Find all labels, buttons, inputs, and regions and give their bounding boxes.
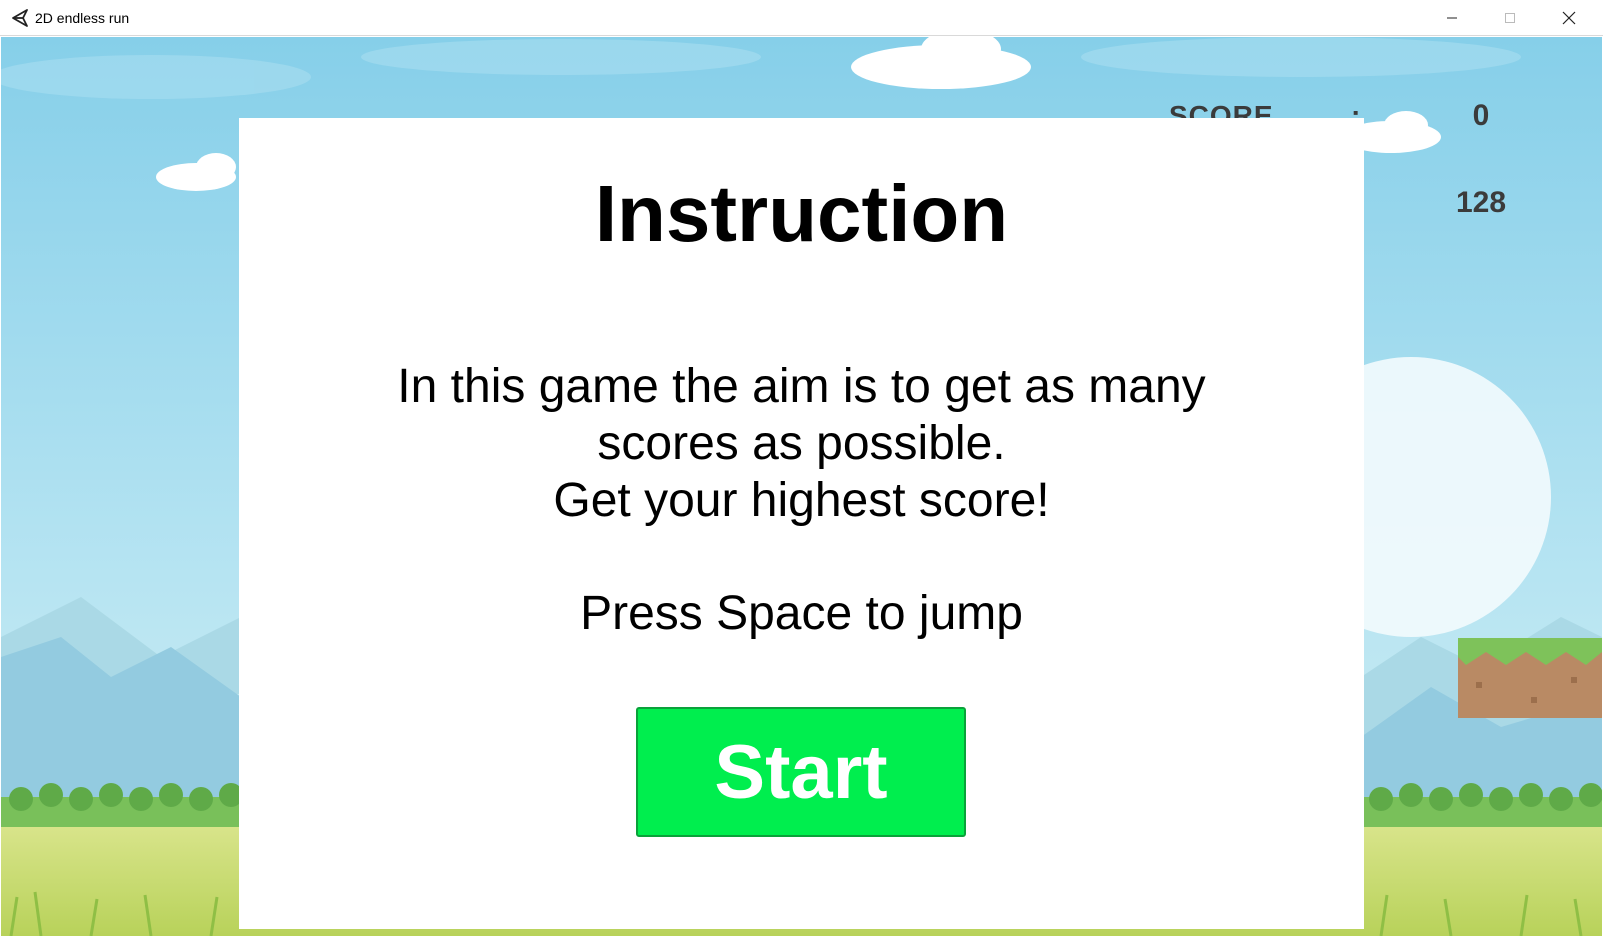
dirt-block (1458, 638, 1602, 718)
minimize-icon (1447, 17, 1457, 19)
high-score-value: 128 (1455, 186, 1507, 219)
instruction-title: Instruction (594, 169, 1009, 258)
unity-icon (10, 8, 30, 28)
game-viewport: SCORE : 0 128 Instruction In this game t… (1, 37, 1602, 936)
controls-hint: Press Space to jump (580, 587, 1023, 640)
minimize-button[interactable] (1423, 0, 1481, 36)
maximize-icon (1505, 13, 1515, 23)
instruction-panel: Instruction In this game the aim is to g… (239, 118, 1364, 929)
start-button[interactable]: Start (636, 707, 966, 837)
start-button-label: Start (714, 729, 888, 815)
score-value: 0 (1472, 99, 1490, 132)
close-icon (1562, 11, 1576, 25)
maximize-button[interactable] (1481, 0, 1539, 36)
window-titlebar: 2D endless run (0, 0, 1603, 36)
close-button[interactable] (1540, 0, 1598, 36)
instruction-line-3: Get your highest score! (553, 474, 1050, 527)
window-title: 2D endless run (35, 10, 130, 26)
instruction-line-1: In this game the aim is to get as many (397, 360, 1206, 413)
instruction-line-2: scores as possible. (597, 417, 1006, 470)
